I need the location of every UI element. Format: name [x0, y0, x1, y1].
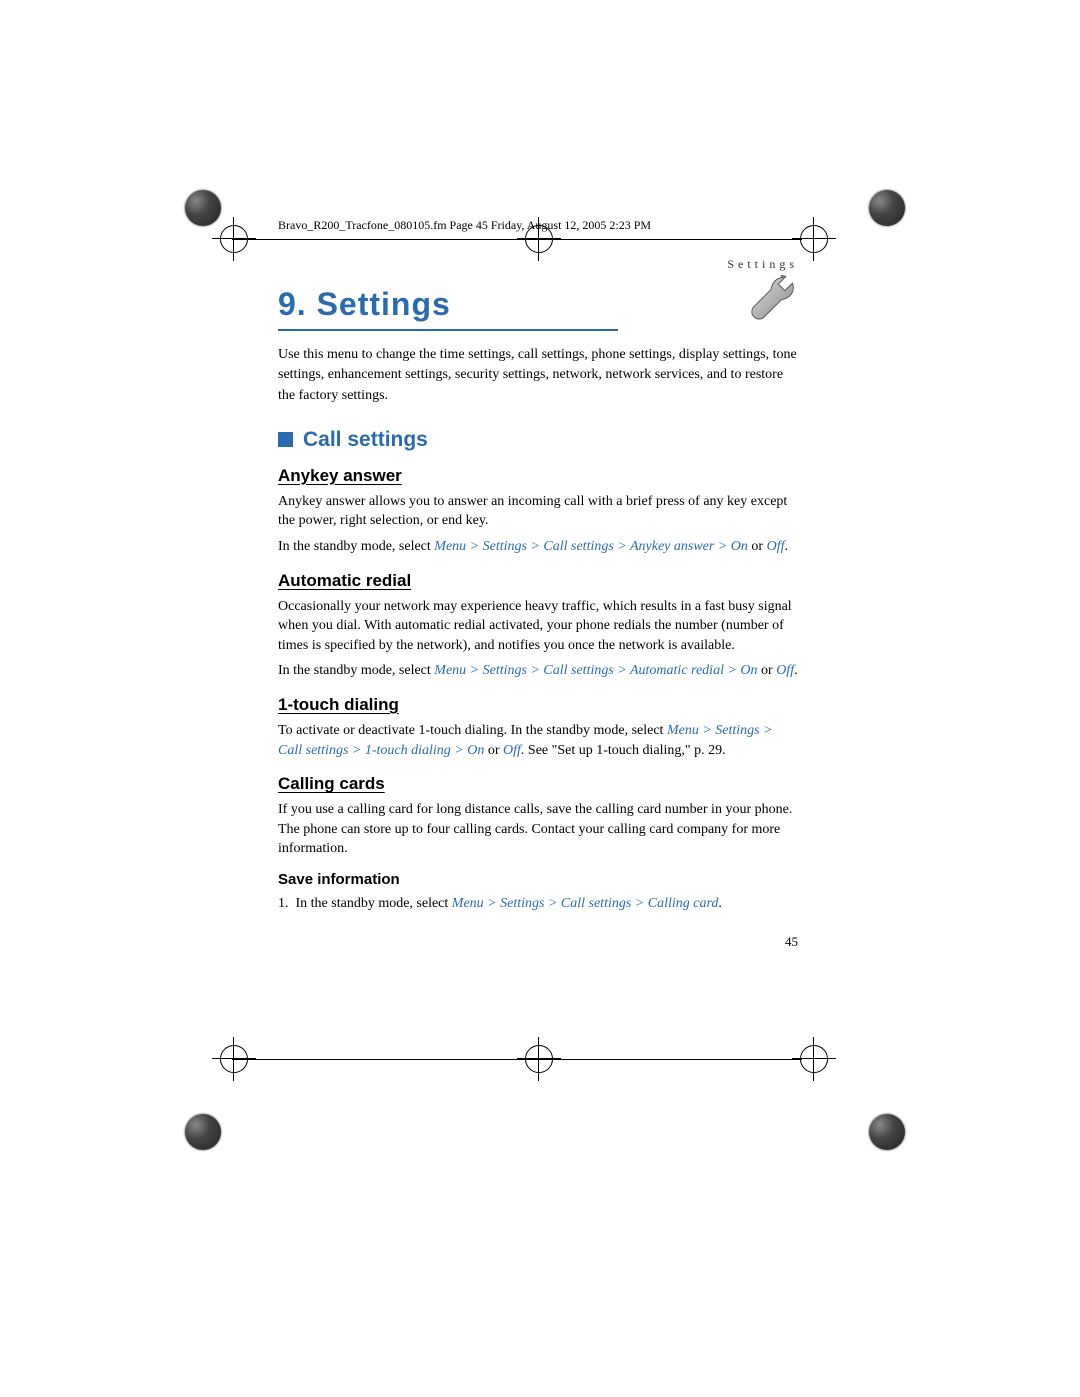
- heading-save-info: Save information: [278, 871, 798, 888]
- menu-path: Menu > Settings > Call settings > Anykey…: [434, 539, 748, 554]
- heading-calling-cards: Calling cards: [278, 774, 798, 794]
- page-content: Bravo_R200_Tracfone_080105.fm Page 45 Fr…: [278, 218, 798, 950]
- page-number: 45: [278, 934, 798, 950]
- section-call-settings-label: Call settings: [303, 428, 428, 452]
- menu-path-off: Off: [767, 539, 785, 554]
- crop-mark-bottom-right: [770, 1015, 850, 1095]
- saveinfo-step1: 1. In the standby mode, select Menu > Se…: [278, 894, 798, 914]
- menu-path: Menu > Settings > Call settings > Automa…: [434, 663, 757, 678]
- autoredial-body: Occasionally your network may experience…: [278, 597, 798, 656]
- crop-mark-bottom-left: [190, 1015, 270, 1095]
- autoredial-instruction: In the standby mode, select Menu > Setti…: [278, 661, 798, 681]
- anykey-body: Anykey answer allows you to answer an in…: [278, 492, 798, 531]
- bound-line-bottom: [232, 1059, 802, 1060]
- section-bullet-icon: [278, 432, 293, 447]
- chapter-number: 9.: [278, 286, 307, 322]
- doc-file-header: Bravo_R200_Tracfone_080105.fm Page 45 Fr…: [278, 218, 798, 233]
- wrench-icon: [738, 270, 798, 330]
- running-head: Settings: [278, 257, 798, 272]
- onetouch-instruction: To activate or deactivate 1-touch dialin…: [278, 721, 798, 760]
- heading-auto-redial: Automatic redial: [278, 571, 798, 591]
- menu-path-off: Off: [776, 663, 794, 678]
- crop-mark-bottom-mid: [495, 1015, 575, 1095]
- chapter-title-text: Settings: [317, 286, 451, 322]
- section-call-settings: Call settings: [278, 428, 798, 452]
- chapter-intro: Use this menu to change the time setting…: [278, 345, 798, 406]
- heading-one-touch: 1-touch dialing: [278, 695, 798, 715]
- anykey-instruction: In the standby mode, select Menu > Setti…: [278, 537, 798, 557]
- heading-anykey: Anykey answer: [278, 466, 798, 486]
- crop-mark-top-left: [190, 195, 270, 275]
- chapter-title-row: 9. Settings: [278, 280, 798, 331]
- menu-path: Menu > Settings > Call settings > Callin…: [452, 896, 719, 911]
- menu-path-off: Off: [503, 743, 521, 758]
- callingcards-body: If you use a calling card for long dista…: [278, 800, 798, 859]
